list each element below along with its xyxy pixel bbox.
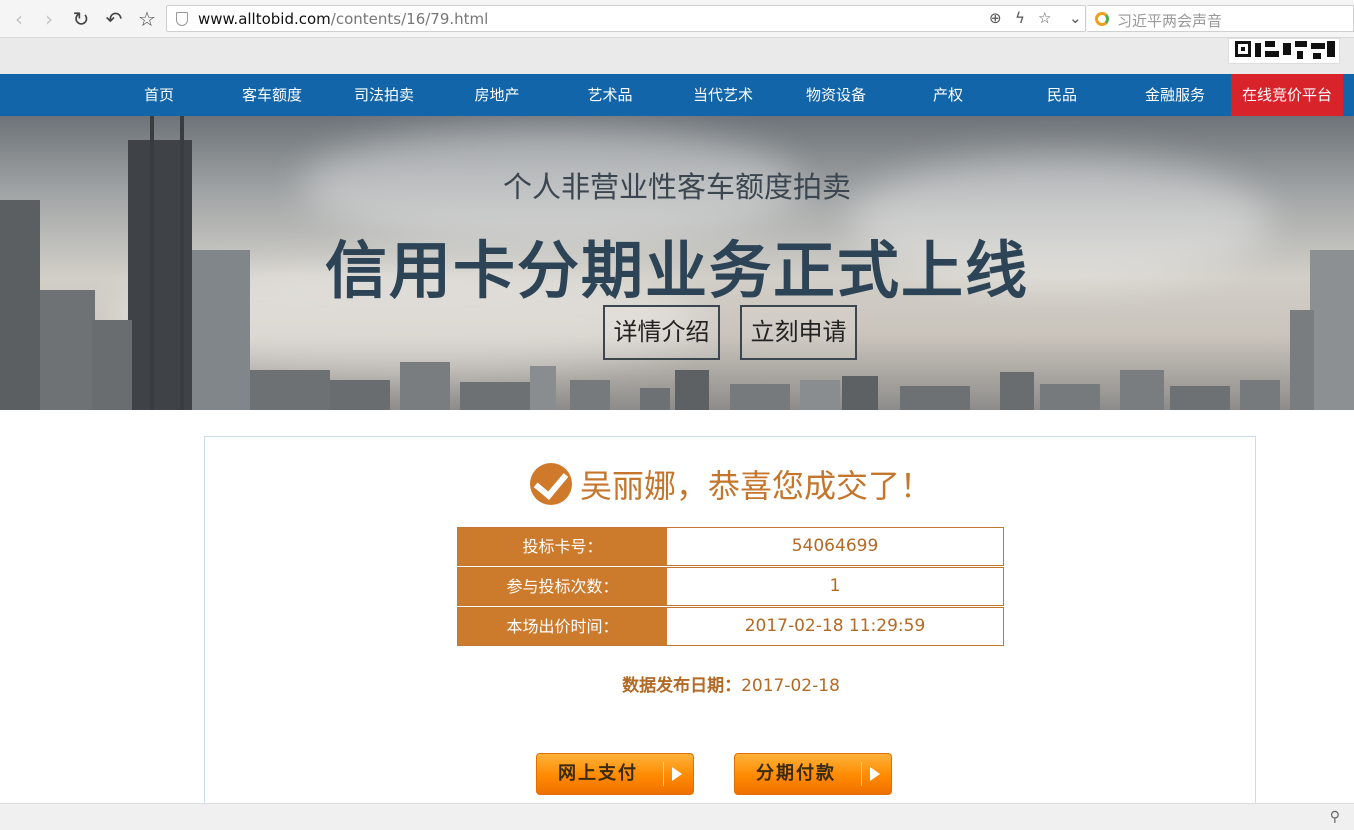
result-panel: 吴丽娜，恭喜您成交了！ 投标卡号： 54064699 参与投标次数： 1 本场出… xyxy=(204,436,1256,816)
row-value: 2017-02-18 11:29:59 xyxy=(744,616,926,636)
banner-subtitle: 个人非营业性客车额度拍卖 xyxy=(502,170,851,204)
search-box[interactable]: 习近平两会声音 xyxy=(1087,5,1354,32)
browser-status-bar: ⚲ xyxy=(0,803,1354,830)
back-icon[interactable]: ‹ xyxy=(6,6,32,32)
url-path: /contents/16/79.html xyxy=(330,10,489,28)
bookmark-star-icon[interactable]: ☆ xyxy=(134,6,160,32)
security-shield-icon xyxy=(176,12,188,26)
pin-icon[interactable]: ⚲ xyxy=(1330,809,1340,825)
nav-item-judicial-auction[interactable]: 司法拍卖 xyxy=(334,74,434,116)
banner-title: 信用卡分期业务正式上线 xyxy=(324,234,1029,307)
qr-code-image xyxy=(1228,38,1340,64)
nav-item-consumer-goods[interactable]: 民品 xyxy=(1012,74,1112,116)
nav-item-contemporary-art[interactable]: 当代艺术 xyxy=(673,74,773,116)
congrats-heading: 吴丽娜，恭喜您成交了！ xyxy=(205,461,1257,505)
row-label: 本场出价时间： xyxy=(458,608,667,645)
nav-item-car-quota[interactable]: 客车额度 xyxy=(222,74,322,116)
nav-item-home[interactable]: 首页 xyxy=(109,74,209,116)
row-label: 参与投标次数： xyxy=(458,568,667,605)
bid-count-row: 参与投标次数： 1 xyxy=(457,567,1004,606)
nav-item-online-bidding[interactable]: 在线竞价平台 xyxy=(1231,74,1343,116)
favorite-star-icon[interactable]: ☆ xyxy=(1038,9,1051,27)
publish-label: 数据发布日期： xyxy=(622,676,742,696)
pay-online-button[interactable]: 网上支付 xyxy=(536,753,694,795)
address-bar[interactable]: www.alltobid.com/contents/16/79.html ⊕ ϟ… xyxy=(166,5,1086,32)
undo-icon[interactable]: ↶ xyxy=(101,6,127,32)
pay-installment-button[interactable]: 分期付款 xyxy=(734,753,892,795)
bid-time-row: 本场出价时间： 2017-02-18 11:29:59 xyxy=(457,607,1004,646)
details-button[interactable]: 详情介绍 xyxy=(603,305,720,360)
main-nav: 首页 客车额度 司法拍卖 房地产 艺术品 当代艺术 物资设备 产权 民品 金融服… xyxy=(0,74,1354,116)
bid-card-row: 投标卡号： 54064699 xyxy=(457,527,1004,566)
chevron-down-icon[interactable]: ⌄ xyxy=(1069,9,1082,27)
nav-item-real-estate[interactable]: 房地产 xyxy=(447,74,547,116)
play-arrow-icon xyxy=(663,762,685,786)
row-value: 1 xyxy=(829,576,841,596)
apply-button[interactable]: 立刻申请 xyxy=(740,305,857,360)
row-label: 投标卡号： xyxy=(458,528,667,565)
row-value: 54064699 xyxy=(791,536,879,556)
lightning-icon[interactable]: ϟ xyxy=(1015,9,1025,27)
forward-icon[interactable]: › xyxy=(36,6,62,32)
reload-icon[interactable]: ↻ xyxy=(68,6,94,32)
checkmark-icon xyxy=(529,463,572,505)
search-hint[interactable]: 习近平两会声音 xyxy=(1117,10,1222,31)
nav-item-property-rights[interactable]: 产权 xyxy=(898,74,998,116)
promo-banner: 个人非营业性客车额度拍卖 信用卡分期业务正式上线 详情介绍 立刻申请 xyxy=(0,116,1354,410)
browser-toolbar: ‹ › ↻ ↶ ☆ www.alltobid.com/contents/16/7… xyxy=(0,0,1354,38)
publish-date-value: 2017-02-18 xyxy=(741,676,840,696)
play-arrow-icon xyxy=(861,762,883,786)
nav-item-artwork[interactable]: 艺术品 xyxy=(560,74,660,116)
publish-date: 数据发布日期：2017-02-18 xyxy=(205,671,1257,696)
search-engine-icon xyxy=(1095,12,1109,26)
congrats-text: 吴丽娜，恭喜您成交了！ xyxy=(579,467,932,505)
pay-online-label: 网上支付 xyxy=(558,763,638,784)
nav-item-equipment[interactable]: 物资设备 xyxy=(786,74,886,116)
url-text[interactable]: www.alltobid.com/contents/16/79.html xyxy=(198,10,488,28)
pay-installment-label: 分期付款 xyxy=(756,763,836,784)
nav-item-financial-services[interactable]: 金融服务 xyxy=(1125,74,1225,116)
zoom-icon[interactable]: ⊕ xyxy=(989,9,1002,27)
url-host: www.alltobid.com xyxy=(198,10,331,28)
site-header xyxy=(0,38,1354,74)
